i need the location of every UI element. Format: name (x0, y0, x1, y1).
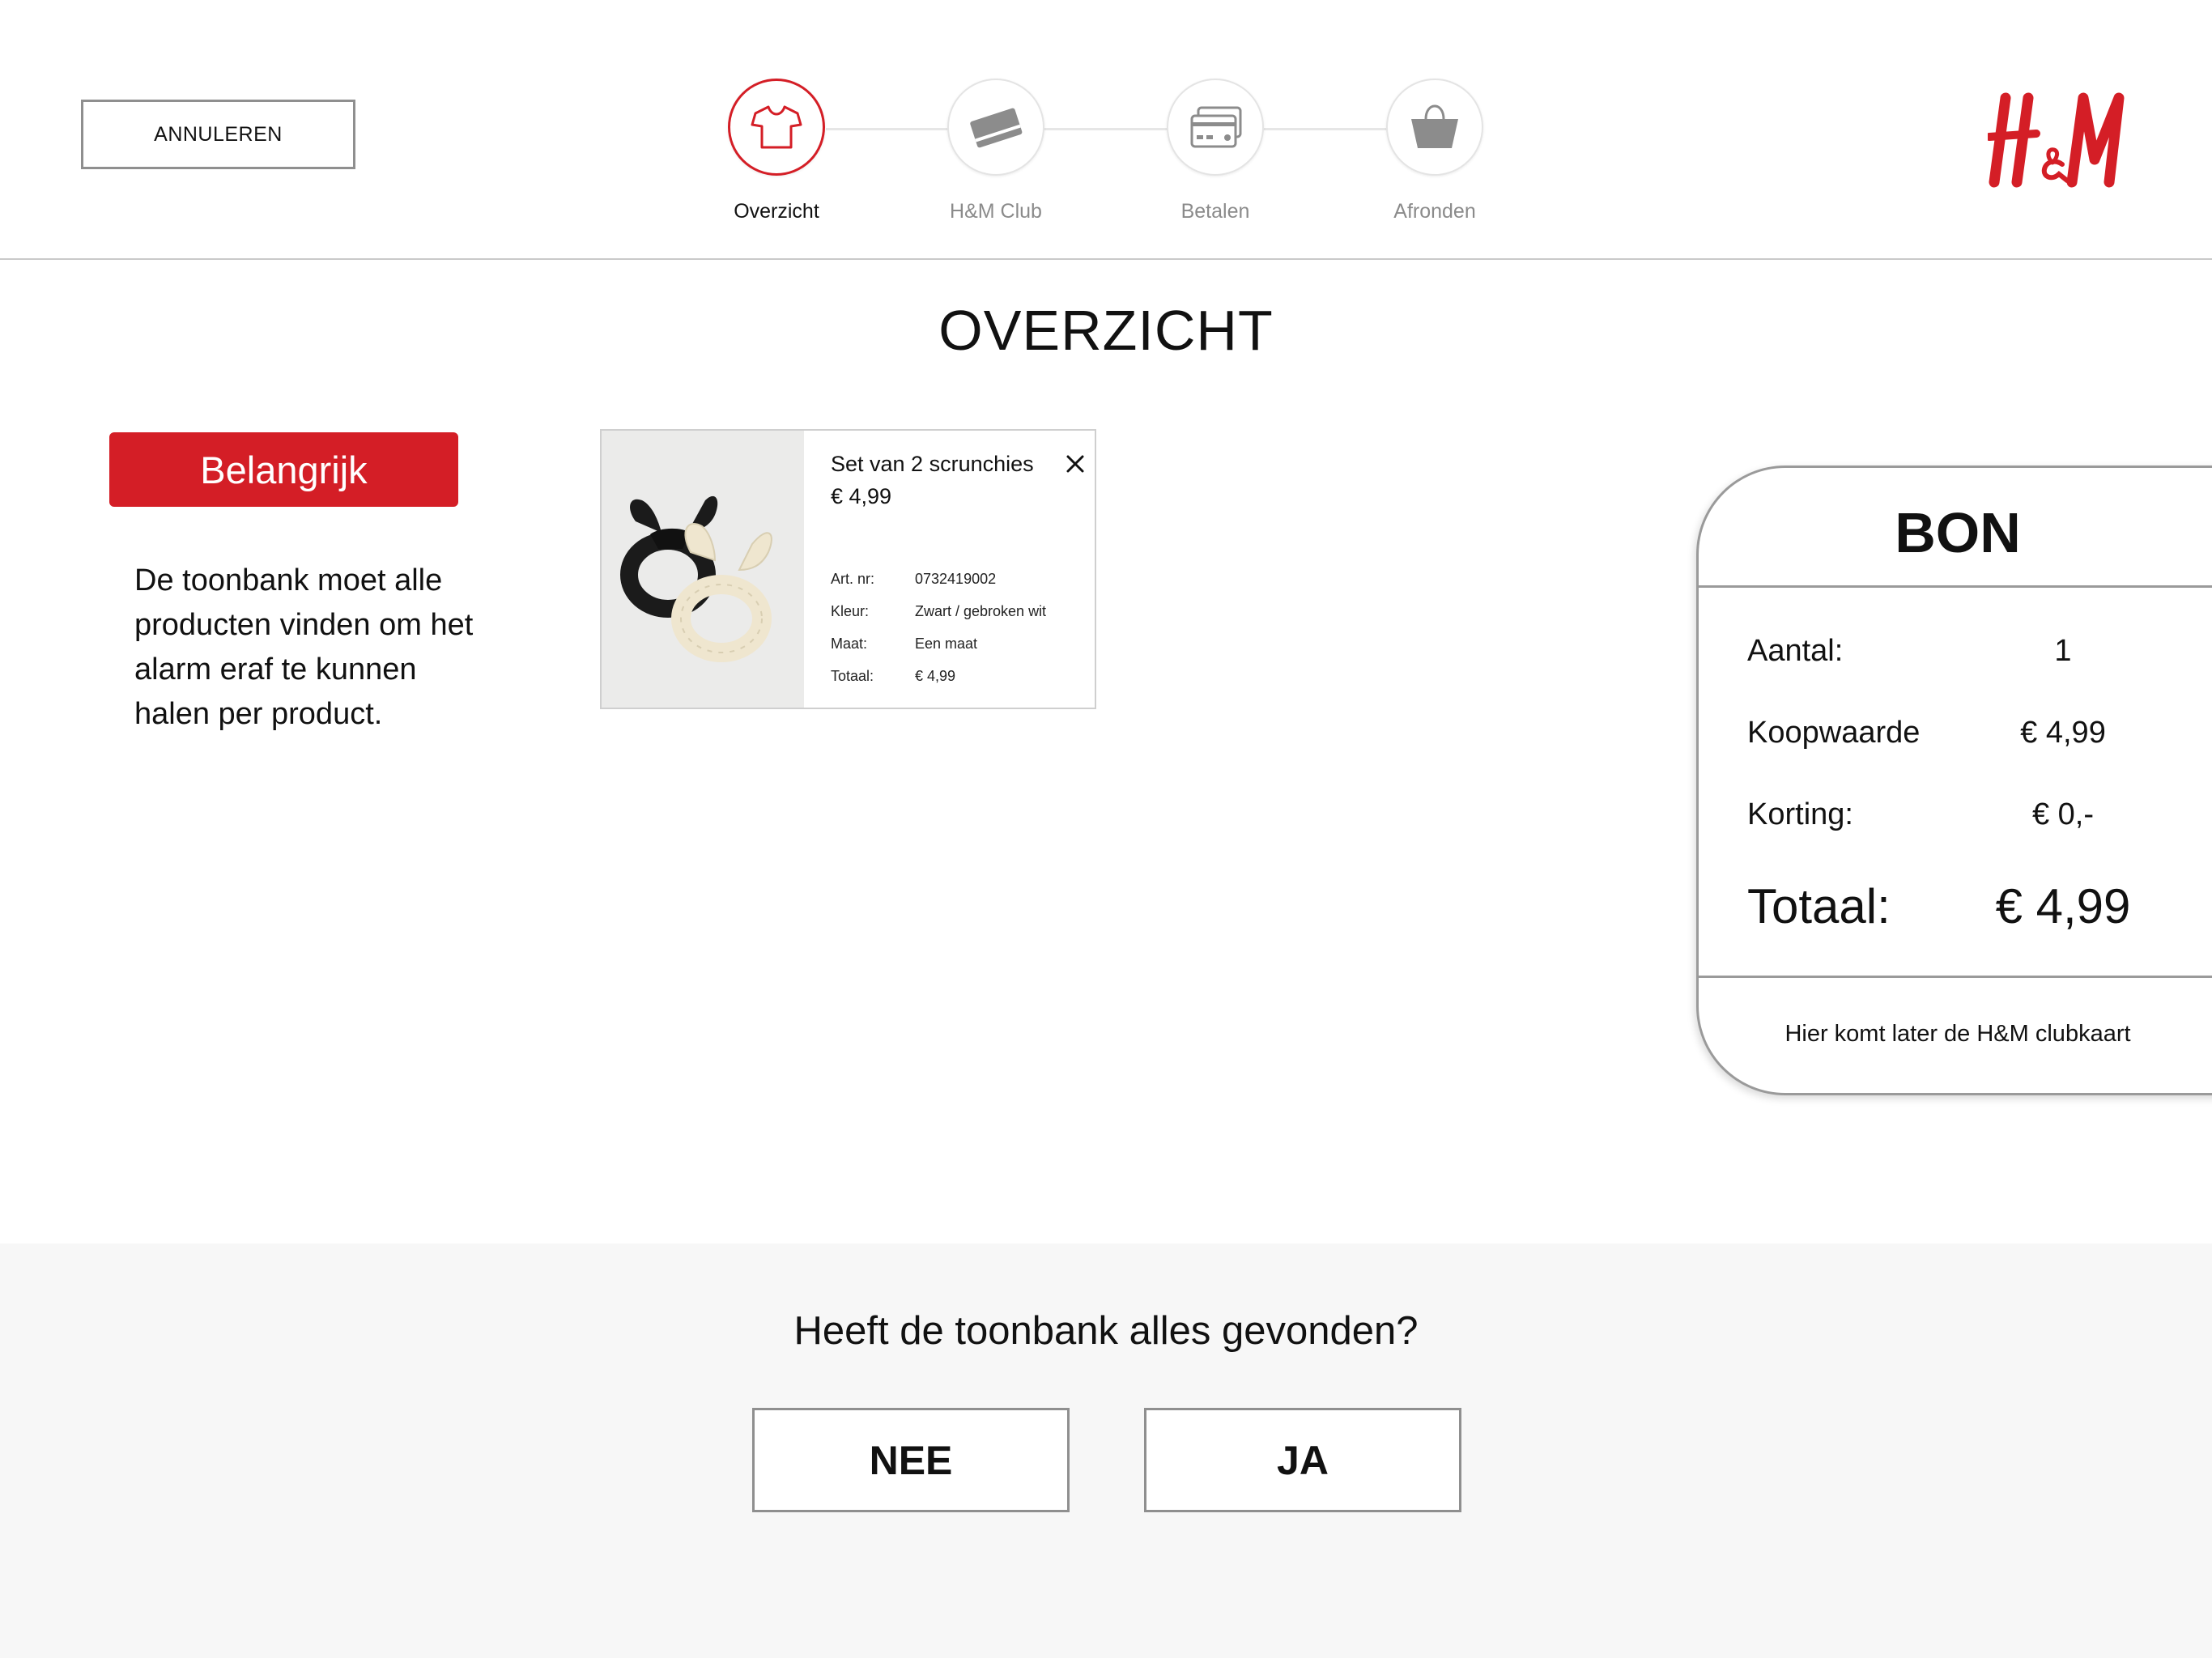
product-price: € 4,99 (831, 484, 892, 508)
receipt-value-korting: € 0,- (2031, 797, 2095, 831)
confirmation-question: Heeft de toonbank alles gevonden? (793, 1309, 1419, 1353)
cancel-button[interactable]: ANNULEREN (81, 100, 355, 169)
receipt-total-label: Totaal: (1747, 879, 1891, 933)
divider (1699, 976, 2212, 978)
tshirt-icon (751, 105, 802, 149)
step-circle (728, 79, 825, 176)
important-badge: Belangrijk (109, 432, 458, 507)
yes-button[interactable]: JA (1144, 1408, 1461, 1512)
credit-cards-icon (1190, 106, 1242, 148)
product-image (602, 431, 804, 708)
step-label: H&M Club (950, 200, 1042, 223)
confirmation-panel: Heeft de toonbank alles gevonden? NEE JA (0, 1244, 2212, 1658)
close-icon[interactable] (1063, 452, 1087, 476)
no-button[interactable]: NEE (752, 1408, 1070, 1512)
receipt-label-aantal: Aantal: (1747, 634, 1844, 668)
product-name: Set van 2 scrunchies (831, 452, 1034, 476)
spec-value: 0732419002 (915, 571, 997, 587)
spec-label: Kleur: (831, 603, 870, 619)
spec-label: Maat: (831, 636, 868, 652)
receipt-total-value: € 4,99 (1995, 879, 2131, 933)
page-title: OVERZICHT (938, 299, 1274, 362)
step-hm-club[interactable]: H&M Club (946, 79, 1046, 223)
spec-value: € 4,99 (915, 668, 956, 684)
spec-value: Zwart / gebroken wit (915, 603, 1047, 619)
step-label: Overzicht (734, 200, 819, 223)
step-label: Afronden (1393, 200, 1476, 223)
step-label: Betalen (1180, 200, 1250, 223)
receipt-label-korting: Korting: (1747, 797, 1853, 831)
step-circle (1167, 79, 1264, 176)
shopping-bag-icon (1411, 104, 1458, 148)
step-circle (1386, 79, 1483, 176)
club-card-icon (970, 108, 1023, 148)
header: ANNULEREN Overzicht H&M Club Betalen Afr… (0, 0, 2212, 260)
receipt-value-aantal: 1 (2054, 634, 2072, 668)
spec-label: Art. nr: (831, 571, 875, 587)
receipt-title: BON (1895, 501, 2021, 564)
step-afronden[interactable]: Afronden (1385, 79, 1485, 223)
important-note: De toonbank moet alle producten vinden o… (134, 563, 474, 731)
scrunchies-image (620, 495, 772, 662)
receipt-label-koopwaarde: Koopwaarde (1747, 716, 1921, 750)
step-circle (947, 79, 1044, 176)
spec-label: Totaal: (831, 668, 874, 684)
step-overzicht[interactable]: Overzicht (726, 79, 827, 223)
receipt-panel: BON Aantal: 1 Koopwaarde € 4,99 Korting:… (1696, 466, 2212, 1095)
receipt-value-koopwaarde: € 4,99 (2020, 716, 2106, 750)
step-betalen[interactable]: Betalen (1165, 79, 1266, 223)
hm-logo[interactable] (1988, 91, 2132, 192)
spec-value: Een maat (915, 636, 978, 652)
divider (1699, 585, 2212, 588)
clubcard-placeholder: Hier komt later de H&M clubkaart (1784, 1021, 2131, 1047)
step-connector (826, 128, 1425, 130)
product-card[interactable]: Set van 2 scrunchies € 4,99 Art. nr: 073… (600, 429, 1096, 709)
